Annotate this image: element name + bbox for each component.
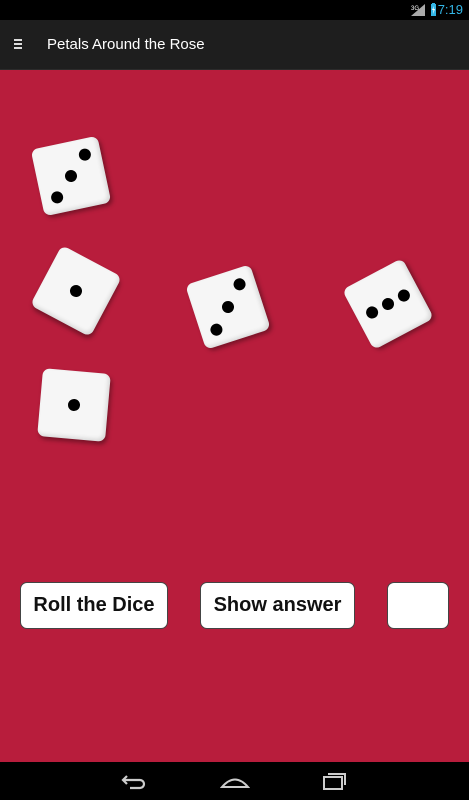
- die-pip: [63, 168, 79, 184]
- die-pip: [50, 190, 65, 205]
- die: [30, 135, 112, 217]
- die: [30, 245, 122, 337]
- die: [37, 368, 111, 442]
- svg-text:3G: 3G: [411, 6, 419, 12]
- die-pip: [77, 147, 92, 162]
- answer-field[interactable]: [387, 582, 449, 629]
- action-bar: Petals Around the Rose: [0, 20, 469, 70]
- die-pip: [208, 322, 225, 338]
- die: [185, 264, 271, 350]
- die-pip: [231, 276, 248, 292]
- app-title: Petals Around the Rose: [47, 36, 205, 53]
- die-pip: [363, 304, 381, 321]
- home-icon[interactable]: [220, 770, 250, 792]
- die-pip: [220, 299, 236, 315]
- status-bar: 3G 7:19: [0, 0, 469, 20]
- roll-dice-button[interactable]: Roll the Dice: [20, 582, 168, 629]
- clock: 7:19: [437, 2, 463, 17]
- signal-3g-icon: 3G: [411, 4, 425, 16]
- die: [342, 258, 434, 350]
- battery-charging-icon: [431, 3, 436, 16]
- drawer-menu-icon[interactable]: [14, 39, 24, 51]
- die-pip: [379, 295, 397, 313]
- die-pip: [395, 287, 413, 304]
- back-icon[interactable]: [118, 770, 148, 792]
- dice-board: Roll the Dice Show answer: [0, 70, 469, 762]
- show-answer-button[interactable]: Show answer: [200, 582, 355, 629]
- die-pip: [67, 398, 81, 412]
- recent-apps-icon[interactable]: [320, 770, 350, 792]
- navigation-bar: [0, 762, 469, 800]
- die-pip: [67, 282, 85, 300]
